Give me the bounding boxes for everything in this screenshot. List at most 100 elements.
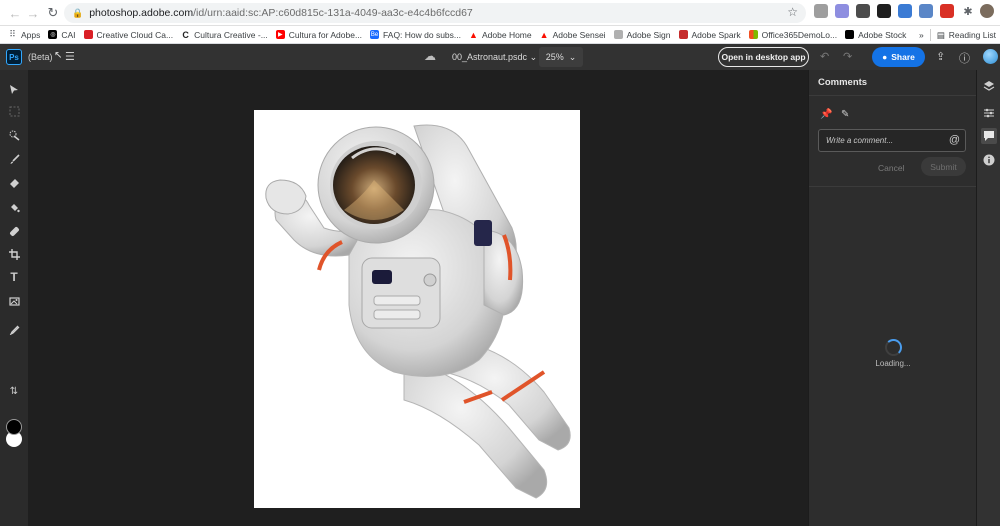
- person-add-icon: ●: [882, 52, 888, 62]
- undo-icon[interactable]: ↶: [820, 50, 829, 63]
- comments-icon[interactable]: [981, 128, 997, 144]
- reading-list-icon: ▤: [936, 29, 945, 40]
- tools-panel: T ⇅: [0, 70, 28, 526]
- crop-tool-icon[interactable]: [7, 247, 21, 261]
- comment-input[interactable]: [819, 130, 945, 151]
- loading-label: Loading...: [875, 359, 911, 368]
- extension-icon[interactable]: [856, 4, 870, 18]
- adjustments-icon[interactable]: [983, 107, 995, 119]
- extension-icon[interactable]: [898, 4, 912, 18]
- astronaut-image: [265, 124, 571, 499]
- bookmark-item[interactable]: C Cultura Creative -...: [181, 29, 267, 40]
- forward-arrow-icon[interactable]: →: [22, 2, 44, 24]
- extension-icon[interactable]: [940, 4, 954, 18]
- submit-button[interactable]: Submit: [921, 157, 966, 176]
- extension-icon[interactable]: [919, 4, 933, 18]
- share-button[interactable]: ● Share: [872, 47, 925, 67]
- youtube-icon: ▶: [275, 30, 285, 39]
- pencil-icon[interactable]: ✎: [841, 109, 849, 120]
- divider: [929, 29, 931, 41]
- divider: [809, 95, 977, 96]
- marquee-tool-icon[interactable]: [7, 104, 21, 118]
- panel-title: Comments: [818, 77, 868, 88]
- extension-icon[interactable]: [877, 4, 891, 18]
- bookmark-item[interactable]: ◎ CAI: [48, 30, 76, 40]
- creative-cloud-icon: [83, 30, 93, 39]
- bookmark-star-icon[interactable]: ☆: [787, 5, 798, 19]
- adobe-icon: ▲: [539, 29, 549, 40]
- healing-tool-icon[interactable]: [7, 224, 21, 238]
- url-path: /id/urn:aaid:sc:AP:c60d815c-131a-4049-aa…: [193, 7, 473, 19]
- reload-icon[interactable]: ↻: [42, 2, 64, 24]
- bookmark-item[interactable]: Adobe Spark: [678, 30, 741, 40]
- brush-tool-icon[interactable]: [7, 152, 21, 166]
- reading-list-button[interactable]: Reading List: [949, 30, 996, 40]
- right-panel-rail: [976, 70, 1000, 526]
- type-tool-icon[interactable]: T: [7, 270, 21, 284]
- user-avatar[interactable]: [983, 49, 998, 64]
- document-name-dropdown[interactable]: 00_Astronaut.psdc ⌄: [452, 52, 537, 63]
- bookmarks-bar: ⠿ Apps ◎ CAI Creative Cloud Ca... C Cult…: [0, 26, 1000, 44]
- extension-icon[interactable]: [814, 4, 828, 18]
- document-canvas[interactable]: [254, 110, 580, 508]
- photoshop-logo[interactable]: Ps: [6, 49, 22, 65]
- paint-bucket-tool-icon[interactable]: [7, 200, 21, 214]
- cursor-icon: ↖: [54, 50, 63, 61]
- adobe-spark-icon: [678, 30, 688, 39]
- browser-toolbar: ← → ↻ 🔒 photoshop.adobe.com /id/urn:aaid…: [0, 0, 1000, 26]
- swap-colors-icon[interactable]: ⇅: [7, 384, 21, 398]
- comment-field[interactable]: @: [818, 129, 966, 152]
- lock-icon: 🔒: [72, 7, 84, 18]
- bookmark-item[interactable]: ⠿ Apps: [8, 29, 40, 40]
- move-tool-icon[interactable]: [7, 82, 21, 96]
- adobe-icon: ▲: [469, 29, 478, 40]
- bookmarks-right: » ▤ Reading List: [919, 26, 996, 44]
- info-icon[interactable]: [983, 154, 995, 166]
- puzzle-extensions-icon[interactable]: ✱: [961, 4, 975, 18]
- divider: [809, 186, 977, 187]
- foreground-color-swatch[interactable]: [6, 419, 22, 435]
- address-bar[interactable]: 🔒 photoshop.adobe.com /id/urn:aaid:sc:AP…: [64, 3, 806, 23]
- bookmark-item[interactable]: Creative Cloud Ca...: [83, 30, 173, 40]
- loading-spinner-icon: [885, 339, 902, 356]
- zoom-dropdown[interactable]: 25% ⌄: [539, 47, 583, 67]
- eyedropper-tool-icon[interactable]: [7, 322, 21, 336]
- pin-icon[interactable]: 📌: [820, 109, 832, 120]
- behance-icon: Be: [370, 30, 380, 39]
- cloud-icon: ☁: [424, 49, 436, 63]
- more-bookmarks-button[interactable]: »: [919, 30, 924, 40]
- chevron-down-icon: ⌄: [529, 52, 538, 62]
- mention-icon[interactable]: @: [949, 134, 960, 146]
- bookmark-item[interactable]: ▲ Adobe Sensei: [540, 30, 606, 40]
- apps-grid-icon: ⠿: [9, 29, 16, 39]
- adobe-stock-icon: [845, 30, 855, 39]
- export-icon[interactable]: ⇪: [936, 50, 945, 63]
- chevron-down-icon: ⌄: [568, 51, 577, 62]
- redo-icon[interactable]: ↷: [843, 50, 852, 63]
- comments-panel: Comments 📌 ✎ @ Cancel Submit Loading...: [808, 70, 977, 526]
- extension-icon[interactable]: [835, 4, 849, 18]
- url-host: photoshop.adobe.com: [89, 7, 194, 19]
- hamburger-menu-icon[interactable]: ☰: [65, 50, 75, 63]
- cai-icon: ◎: [48, 30, 58, 39]
- bookmark-item[interactable]: ▲ Adobe Home: [469, 30, 532, 40]
- eraser-tool-icon[interactable]: [7, 176, 21, 190]
- bookmark-item[interactable]: Be FAQ: How do subs...: [370, 30, 461, 40]
- bookmark-item[interactable]: Adobe Stock: [845, 30, 906, 40]
- canvas-workspace[interactable]: [28, 70, 808, 526]
- app-header: Ps (Beta) ↖ ☰ ☁ 00_Astronaut.psdc ⌄ 25% …: [0, 44, 1000, 70]
- bookmark-item[interactable]: Office365DemoLo...: [748, 30, 837, 40]
- folder-icon: [613, 30, 623, 39]
- bookmark-item[interactable]: Adobe Sign: [613, 30, 671, 40]
- beta-label: (Beta): [28, 52, 53, 62]
- chrome-profile-avatar[interactable]: [980, 4, 994, 18]
- place-image-tool-icon[interactable]: [7, 294, 21, 308]
- cancel-button[interactable]: Cancel: [878, 163, 904, 173]
- cultura-icon: C: [182, 29, 189, 40]
- open-in-desktop-button[interactable]: Open in desktop app: [718, 47, 809, 67]
- help-icon[interactable]: ⓘ: [959, 50, 970, 66]
- quick-select-tool-icon[interactable]: [7, 128, 21, 142]
- bookmark-item[interactable]: ▶ Cultura for Adobe...: [275, 30, 362, 40]
- microsoft-icon: [748, 30, 758, 39]
- layers-icon[interactable]: [983, 80, 995, 92]
